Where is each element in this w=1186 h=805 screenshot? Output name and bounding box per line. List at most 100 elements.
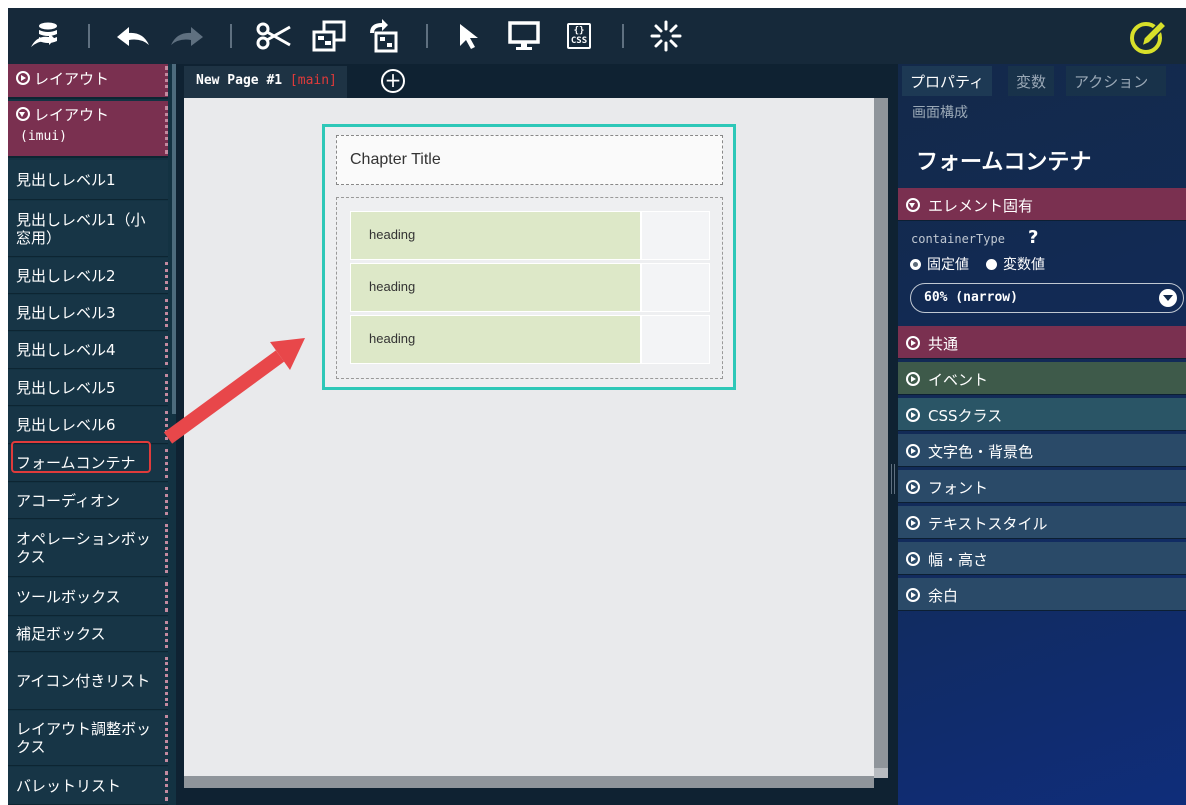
property-section[interactable]: テキストスタイル [898, 506, 1186, 539]
drag-handle[interactable] [165, 582, 168, 612]
expand-arrow-icon [906, 516, 920, 530]
heading-cell[interactable]: heading [351, 264, 640, 311]
value-cell[interactable] [642, 212, 709, 259]
drag-handle[interactable] [165, 411, 168, 440]
canvas-vertical-scrollbar[interactable] [874, 98, 888, 778]
canvas-horizontal-scrollbar[interactable] [184, 776, 874, 788]
section-label: 共通 [928, 335, 959, 353]
tab-properties[interactable]: プロパティ [902, 66, 993, 96]
drag-handle[interactable] [165, 524, 168, 573]
paste-icon[interactable] [364, 19, 400, 53]
palette-item[interactable]: 見出しレベル6 [8, 407, 168, 444]
palette-item[interactable]: アコーディオン [8, 483, 168, 519]
palette-item[interactable]: 見出しレベル1 [8, 160, 168, 200]
scrollbar-thumb[interactable] [874, 98, 888, 768]
form-row[interactable]: heading [350, 211, 710, 260]
palette-header-layout-imui[interactable]: レイアウト (imui) [8, 101, 168, 158]
redo-icon[interactable] [166, 20, 208, 52]
drag-handle[interactable] [165, 715, 168, 762]
form-row[interactable]: heading [350, 315, 710, 364]
edit-pencil-icon[interactable] [1126, 19, 1170, 54]
property-section[interactable]: 共通 [898, 326, 1186, 359]
palette-item[interactable]: レイアウト調整ボックス [8, 711, 168, 766]
drag-handle[interactable] [165, 66, 168, 96]
container-type-select[interactable]: 60% (narrow) [910, 283, 1184, 313]
palette-header-layout[interactable]: レイアウト [8, 64, 168, 99]
database-menu-icon[interactable] [28, 20, 64, 52]
select-pointer-icon[interactable] [454, 20, 484, 52]
dropdown-arrow-icon[interactable] [1159, 289, 1177, 307]
expand-arrow-icon [906, 552, 920, 566]
palette-item[interactable]: 補足ボックス [8, 617, 168, 652]
radio-label: 変数値 [1003, 257, 1045, 273]
palette-item[interactable]: バレットリスト [8, 767, 168, 805]
property-section[interactable]: 幅・高さ [898, 542, 1186, 575]
drag-handle[interactable] [165, 262, 168, 290]
page-tab-bar: New Page #1 [main] + [176, 64, 888, 98]
preview-monitor-icon[interactable] [504, 20, 544, 52]
palette-header-sublabel: (imui) [20, 129, 67, 144]
toolbar-separator [426, 24, 428, 48]
property-section[interactable]: 余白 [898, 578, 1186, 611]
undo-icon[interactable] [112, 20, 154, 52]
tab-actions[interactable]: アクション [1066, 66, 1166, 96]
palette-item[interactable]: アイコン付きリスト [8, 653, 168, 710]
property-section[interactable]: CSSクラス [898, 398, 1186, 431]
radio-dot [910, 259, 921, 270]
drag-handle[interactable] [165, 449, 168, 478]
toolbar-separator [88, 24, 90, 48]
section-label: テキストスタイル [928, 515, 1048, 533]
palette-item[interactable]: 見出しレベル4 [8, 332, 168, 369]
palette-item[interactable]: 見出しレベル3 [8, 295, 168, 331]
panel-splitter[interactable] [888, 64, 898, 805]
heading-cell[interactable]: heading [351, 316, 640, 363]
property-section[interactable]: フォント [898, 470, 1186, 503]
palette-header-label: レイアウト [34, 70, 110, 88]
sidebar-scrollbar[interactable] [172, 64, 176, 414]
property-section[interactable]: イベント [898, 362, 1186, 395]
tab-page-main[interactable]: New Page #1 [main] [184, 66, 347, 98]
heading-cell[interactable]: heading [351, 212, 640, 259]
radio-variable-value[interactable]: 変数値 [986, 254, 1045, 274]
section-label: エレメント固有 [928, 197, 1034, 215]
form-container[interactable]: Chapter Title heading heading heading [322, 124, 736, 390]
loading-icon[interactable] [646, 20, 686, 52]
expand-arrow-icon [906, 408, 920, 422]
add-tab-icon[interactable]: + [381, 69, 405, 93]
form-container-body[interactable]: heading heading heading [336, 197, 723, 379]
expand-arrow-icon [906, 480, 920, 494]
drag-handle[interactable] [165, 487, 168, 515]
value-cell[interactable] [642, 264, 709, 311]
cut-icon[interactable] [254, 20, 294, 52]
drag-handle[interactable] [165, 657, 168, 706]
property-label: containerType [911, 232, 1005, 246]
palette-item[interactable]: 見出しレベル1（小窓用） [8, 201, 168, 257]
palette-item[interactable]: 見出しレベル5 [8, 370, 168, 406]
tab-variables[interactable]: 変数 [1008, 66, 1055, 96]
expand-arrow-icon [16, 71, 30, 85]
chapter-title[interactable]: Chapter Title [336, 135, 723, 185]
property-section[interactable]: エレメント固有 [898, 188, 1186, 221]
drag-handle[interactable] [165, 374, 168, 402]
form-row[interactable]: heading [350, 263, 710, 312]
drag-handle[interactable] [165, 336, 168, 365]
expand-arrow-icon [906, 588, 920, 602]
palette-item[interactable]: 見出しレベル2 [8, 258, 168, 294]
drag-handle[interactable] [165, 299, 168, 327]
radio-fixed-value[interactable]: 固定値 [910, 254, 969, 274]
splitter-grip-icon[interactable] [891, 464, 895, 494]
palette-item[interactable]: ツールボックス [8, 578, 168, 616]
copy-icon[interactable] [310, 20, 350, 52]
design-canvas[interactable]: Chapter Title heading heading heading [184, 98, 888, 788]
tab-screen-structure[interactable]: 画面構成 [912, 102, 968, 122]
value-cell[interactable] [642, 316, 709, 363]
select-value: 60% (narrow) [924, 290, 1018, 305]
drag-handle[interactable] [165, 771, 168, 801]
help-icon[interactable]: ? [1028, 227, 1038, 248]
drag-handle[interactable] [165, 621, 168, 648]
drag-handle[interactable] [165, 106, 168, 154]
collapse-arrow-icon [16, 107, 30, 121]
css-icon[interactable]: {} CSS [562, 20, 596, 52]
palette-item[interactable]: オペレーションボックス [8, 520, 168, 577]
property-section[interactable]: 文字色・背景色 [898, 434, 1186, 467]
